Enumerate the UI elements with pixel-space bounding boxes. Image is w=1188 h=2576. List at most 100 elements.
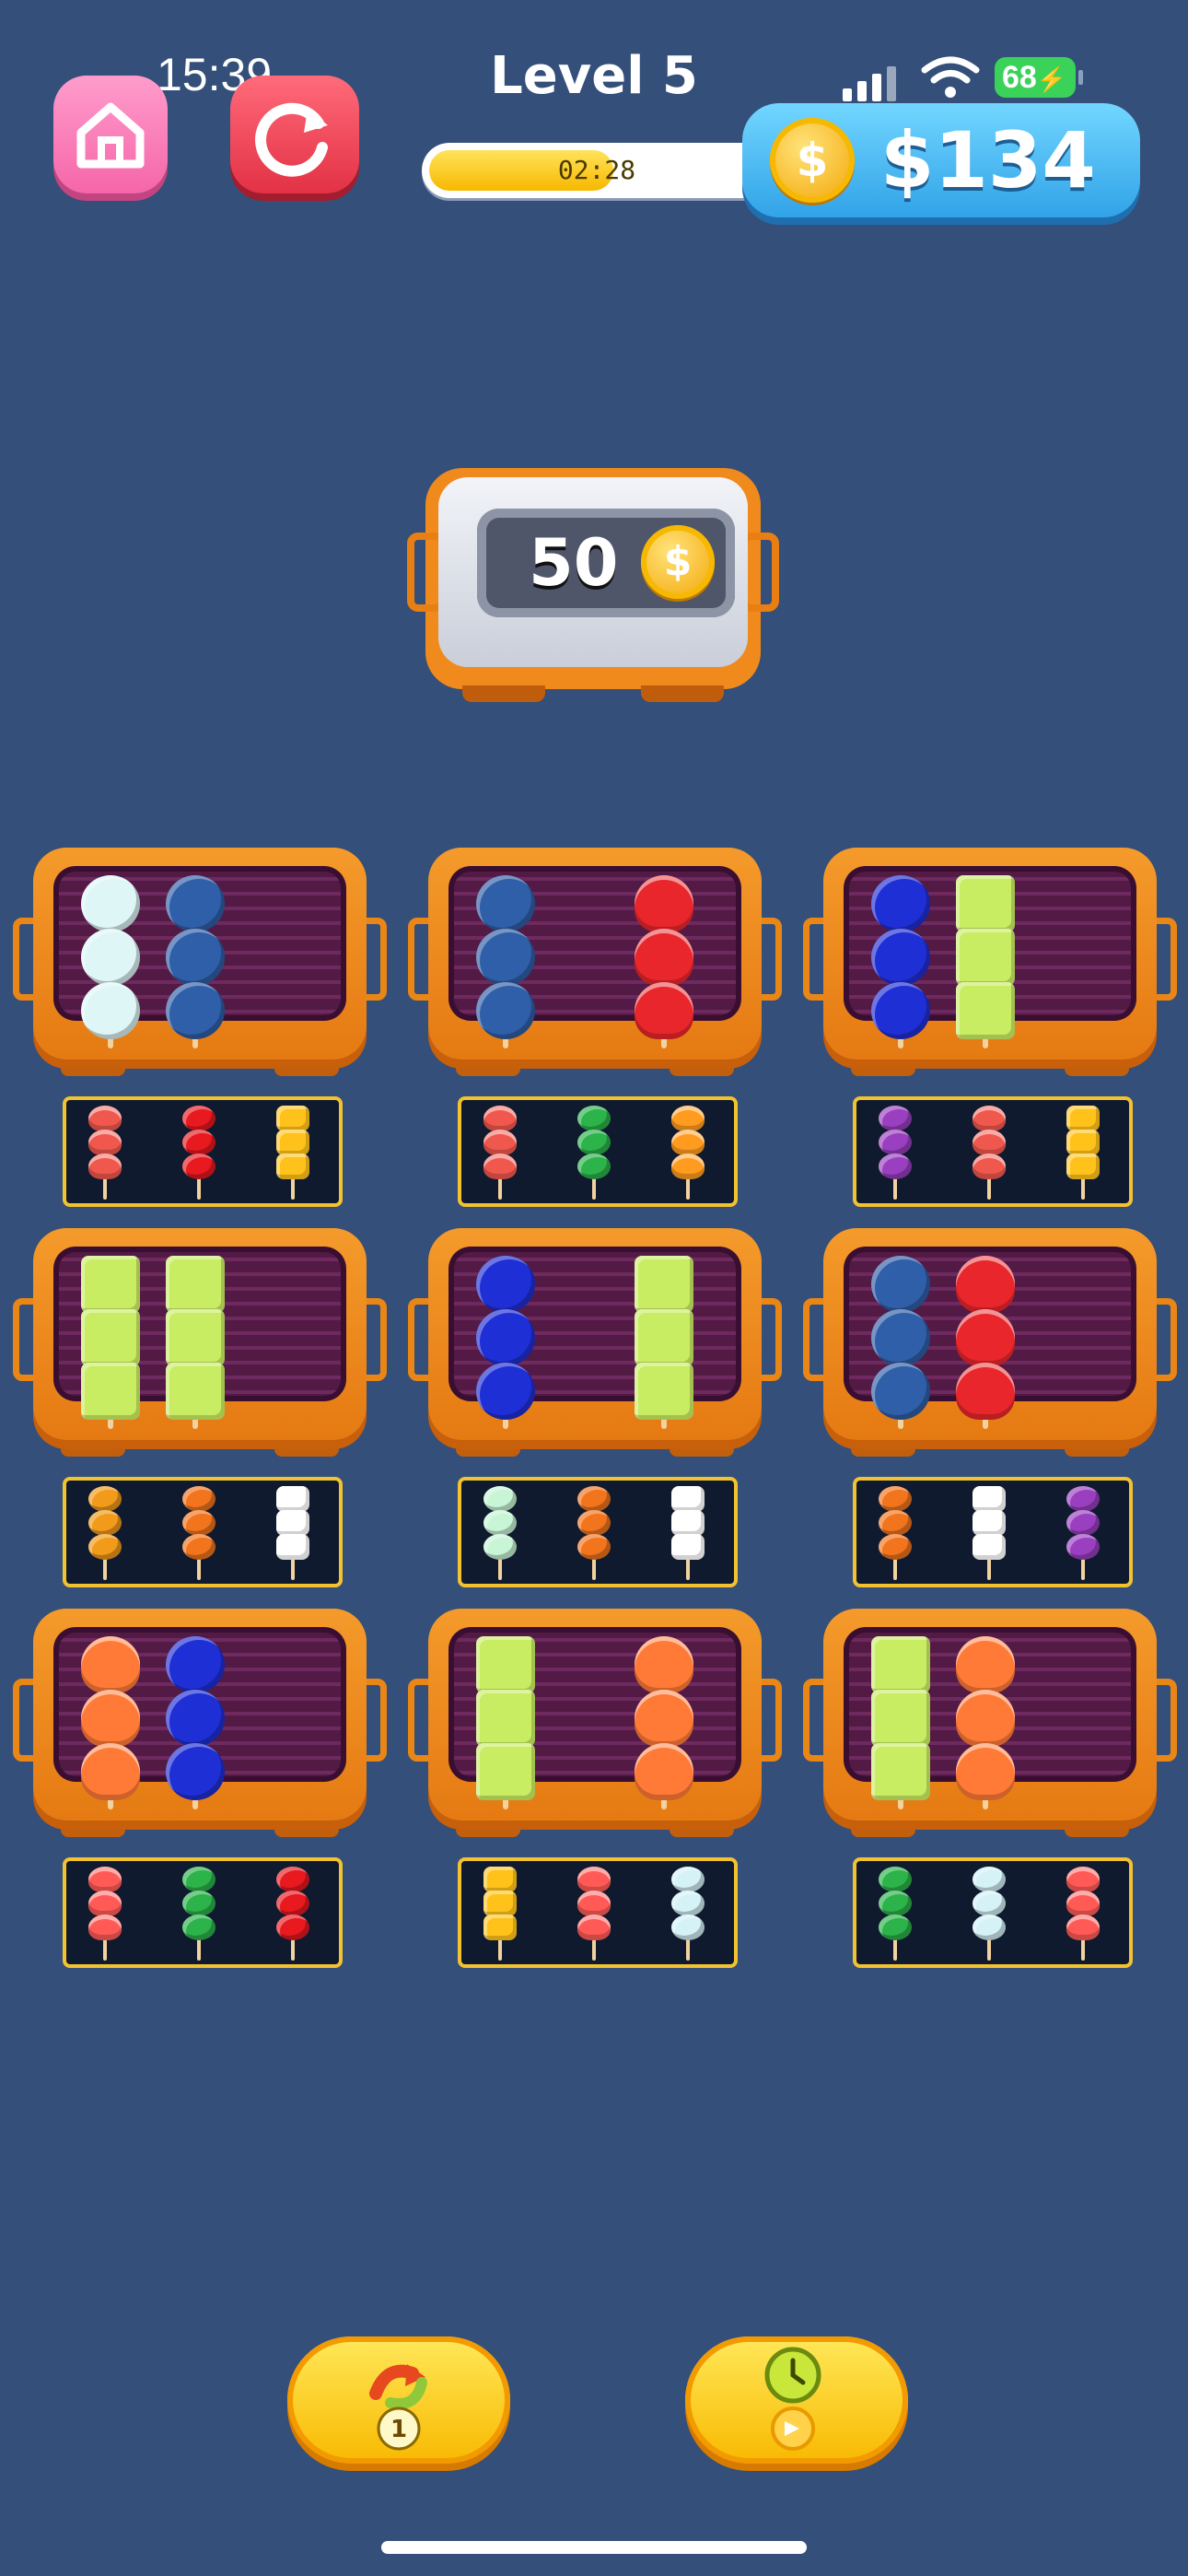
money-amount: $134 <box>880 115 1096 205</box>
grapefruit-piece <box>577 1914 611 1940</box>
skewer[interactable] <box>635 1256 693 1431</box>
grill-station[interactable] <box>803 1228 1177 1457</box>
tray-skewer[interactable] <box>877 1486 914 1580</box>
blue-candy-piece <box>871 982 930 1039</box>
tray-skewer[interactable] <box>670 1106 706 1200</box>
tray-skewer[interactable] <box>576 1106 612 1200</box>
blue-candy-piece <box>166 1636 225 1693</box>
grill-station[interactable] <box>408 1609 782 1837</box>
strawberry-piece <box>635 929 693 986</box>
tray-skewer[interactable] <box>181 1106 217 1200</box>
tray-skewer[interactable] <box>971 1867 1007 1961</box>
orange-ball-piece <box>577 1510 611 1536</box>
coin-icon: $ <box>770 118 855 203</box>
restart-button[interactable] <box>230 76 359 193</box>
grill-foot <box>61 1821 125 1837</box>
battery-level: 68 <box>1002 60 1037 95</box>
grape-piece <box>1066 1486 1100 1512</box>
grill-station[interactable] <box>408 1228 782 1457</box>
tray-skewer[interactable] <box>971 1486 1007 1580</box>
mint-piece <box>483 1486 517 1512</box>
orange-ball-piece <box>879 1486 912 1512</box>
blue-candy-piece <box>871 929 930 986</box>
skewer[interactable] <box>956 1256 1015 1431</box>
tray-skewer[interactable] <box>1065 1486 1101 1580</box>
home-button[interactable] <box>53 76 168 193</box>
honey-piece <box>88 1486 122 1512</box>
watermelon-piece <box>88 1153 122 1179</box>
tray-skewer[interactable] <box>576 1486 612 1580</box>
add-time-booster-button[interactable] <box>685 2336 908 2464</box>
skewer-tray <box>458 1477 738 1587</box>
skewer[interactable] <box>956 1636 1015 1811</box>
tray-skewer[interactable] <box>482 1486 518 1580</box>
tray-skewer[interactable] <box>877 1106 914 1200</box>
skewer[interactable] <box>166 875 225 1050</box>
skewer[interactable] <box>476 875 535 1050</box>
lime-cube-piece <box>635 1256 693 1313</box>
tray-skewer[interactable] <box>181 1486 217 1580</box>
grill-station[interactable] <box>13 1609 387 1837</box>
grapefruit-piece <box>577 1867 611 1892</box>
skewer[interactable] <box>871 1256 930 1431</box>
skewer[interactable] <box>81 1636 140 1811</box>
tray-skewer[interactable] <box>87 1867 123 1961</box>
white-cube-piece <box>671 1534 705 1560</box>
skewer[interactable] <box>81 1256 140 1431</box>
grill-station[interactable] <box>408 848 782 1076</box>
skewer[interactable] <box>81 875 140 1050</box>
tray-skewer[interactable] <box>576 1867 612 1961</box>
skewer-tray <box>63 1096 343 1207</box>
skewer[interactable] <box>956 875 1015 1050</box>
tray-skewer[interactable] <box>87 1486 123 1580</box>
skewer[interactable] <box>635 1636 693 1811</box>
pineapple-piece <box>276 1106 309 1131</box>
tray-skewer[interactable] <box>1065 1106 1101 1200</box>
marshmallow-piece <box>81 875 140 932</box>
strawberry-piece <box>635 982 693 1039</box>
orange-slice-piece <box>635 1636 693 1693</box>
skewer[interactable] <box>166 1256 225 1431</box>
reward-box: 50 $ <box>407 468 779 702</box>
restart-icon <box>255 102 328 177</box>
tray-skewer[interactable] <box>274 1106 311 1200</box>
tray-skewer[interactable] <box>971 1106 1007 1200</box>
grill-foot <box>670 1821 734 1837</box>
tray-skewer[interactable] <box>181 1867 217 1961</box>
skewer-tray <box>458 1857 738 1968</box>
grill-station[interactable] <box>13 848 387 1076</box>
shuffle-booster-count: 1 <box>390 2416 408 2443</box>
green-ball-piece <box>182 1891 215 1916</box>
tray-skewer[interactable] <box>274 1867 311 1961</box>
skewer[interactable] <box>476 1636 535 1811</box>
tray-skewer[interactable] <box>877 1867 914 1961</box>
pineapple-piece <box>1066 1130 1100 1155</box>
lime-cube-piece <box>81 1256 140 1313</box>
home-indicator <box>381 2541 807 2554</box>
lime-cube-piece <box>871 1690 930 1747</box>
tray-skewer[interactable] <box>482 1106 518 1200</box>
tray-skewer[interactable] <box>1065 1867 1101 1961</box>
tray-skewer[interactable] <box>482 1867 518 1961</box>
skewer[interactable] <box>871 875 930 1050</box>
skewer[interactable] <box>476 1256 535 1431</box>
blue-candy-piece <box>871 875 930 932</box>
mint-piece <box>483 1534 517 1560</box>
tray-skewer[interactable] <box>670 1867 706 1961</box>
grill-station[interactable] <box>803 848 1177 1076</box>
lime-cube-piece <box>166 1309 225 1366</box>
tray-skewer[interactable] <box>274 1486 311 1580</box>
tray-skewer[interactable] <box>670 1486 706 1580</box>
skewer[interactable] <box>635 875 693 1050</box>
skewer[interactable] <box>871 1636 930 1811</box>
orange-ball-piece <box>577 1534 611 1560</box>
lime-cube-piece <box>871 1743 930 1800</box>
strawberry-piece <box>956 1309 1015 1366</box>
shuffle-booster-button[interactable]: 1 <box>287 2336 510 2464</box>
grape-piece <box>879 1106 912 1131</box>
grill-station[interactable] <box>13 1228 387 1457</box>
ice-piece <box>973 1867 1006 1892</box>
skewer[interactable] <box>166 1636 225 1811</box>
tray-skewer[interactable] <box>87 1106 123 1200</box>
grill-station[interactable] <box>803 1609 1177 1837</box>
